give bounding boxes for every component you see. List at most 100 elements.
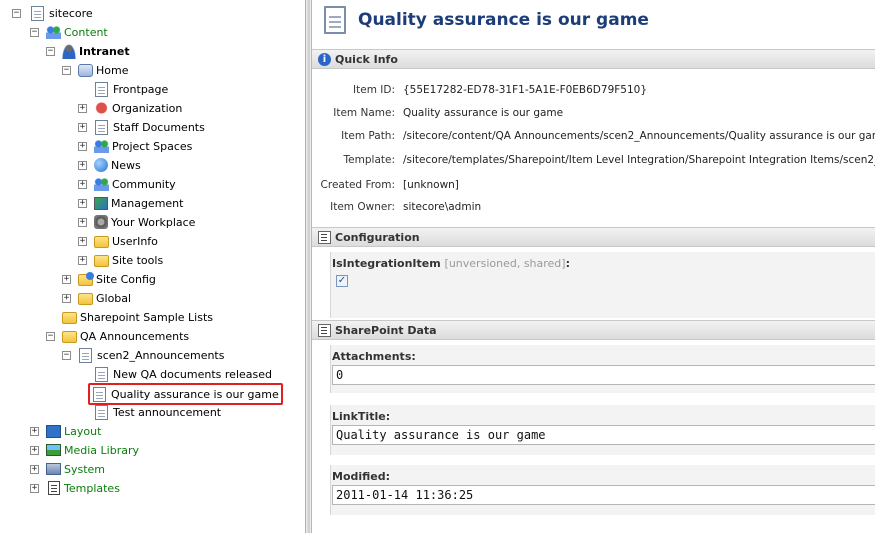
tree-item-test-announcement[interactable]: Test announcement (94, 403, 221, 421)
collapse-toggle-scen2-announcements[interactable]: − (62, 351, 71, 360)
expand-toggle-global[interactable]: + (62, 294, 71, 303)
tree-item-home[interactable]: Home (78, 61, 128, 79)
tree-item-label: Sharepoint Sample Lists (80, 310, 213, 324)
tree-item-label: Test announcement (113, 405, 222, 419)
document-icon (31, 5, 44, 21)
tree-item-scen2-announcements[interactable]: scen2_Announcements (78, 346, 224, 364)
layout-icon (46, 424, 61, 438)
item-header: Quality assurance is our game (312, 0, 875, 46)
folder-icon (94, 255, 109, 267)
expand-toggle-your-workplace[interactable]: + (78, 218, 87, 227)
tree-item-label: Content (64, 25, 108, 39)
field-colon: : (565, 257, 570, 270)
tree-item-your-workplace[interactable]: Your Workplace (94, 213, 195, 231)
tree-item-layout[interactable]: Layout (46, 422, 101, 440)
section-title: Quick Info (335, 52, 398, 66)
expand-toggle-community[interactable]: + (78, 180, 87, 189)
tree-item-site-config[interactable]: Site Config (78, 270, 156, 288)
tree-item-project-spaces[interactable]: Project Spaces (94, 137, 192, 155)
tree-item-label: UserInfo (112, 234, 158, 248)
expand-toggle-system[interactable]: + (30, 465, 39, 474)
modified-label: Modified: (332, 470, 391, 483)
created-from-value: [unknown] (403, 179, 459, 191)
collapse-toggle-sitecore[interactable]: − (12, 9, 21, 18)
created-from-label: Created From: (320, 179, 395, 191)
configuration-section: Configuration IsIntegrationItem [unversi… (312, 227, 875, 320)
splitter[interactable] (305, 0, 312, 533)
expand-toggle-userinfo[interactable]: + (78, 237, 87, 246)
sharepoint-data-header[interactable]: SharePoint Data (312, 320, 875, 340)
expand-toggle-project-spaces[interactable]: + (78, 142, 87, 151)
system-icon (46, 463, 61, 475)
expand-toggle-site-tools[interactable]: + (78, 256, 87, 265)
tree-item-label: Site tools (112, 253, 164, 267)
expand-toggle-staff-documents[interactable]: + (78, 123, 87, 132)
tree-item-management[interactable]: Management (94, 194, 183, 212)
expand-toggle-site-config[interactable]: + (62, 275, 71, 284)
tree-item-templates[interactable]: Templates (46, 479, 120, 497)
item-owner-row: Item Owner: sitecore\admin (312, 201, 875, 215)
expand-toggle-organization[interactable]: + (78, 104, 87, 113)
project-spaces-icon (94, 139, 109, 153)
item-path-value: /sitecore/content/QA Announcements/scen2… (403, 130, 875, 142)
linktitle-input[interactable]: Quality assurance is our game (332, 425, 875, 445)
expand-toggle-media-library[interactable]: + (30, 446, 39, 455)
document-icon (95, 119, 108, 135)
collapse-toggle-intranet[interactable]: − (46, 47, 55, 56)
item-editor: Quality assurance is our game i Quick In… (312, 0, 875, 533)
tree-item-news[interactable]: News (94, 156, 141, 174)
created-from-row: Created From: [unknown] (312, 179, 875, 193)
expand-toggle-management[interactable]: + (78, 199, 87, 208)
configuration-header[interactable]: Configuration (312, 227, 875, 247)
tree-item-label: Staff Documents (113, 120, 205, 134)
tree-item-content[interactable]: Content (46, 23, 108, 41)
collapse-toggle-content[interactable]: − (30, 28, 39, 37)
template-value[interactable]: /sitecore/templates/Sharepoint/Item Leve… (403, 154, 875, 166)
attachments-input[interactable]: 0 (332, 365, 875, 385)
info-icon: i (318, 52, 331, 66)
linktitle-label: LinkTitle: (332, 410, 391, 423)
tree-item-sitecore[interactable]: sitecore (30, 4, 93, 22)
home-icon (78, 63, 93, 77)
document-icon (79, 347, 92, 363)
expand-toggle-layout[interactable]: + (30, 427, 39, 436)
folder-icon (62, 331, 77, 343)
tree-item-label: scen2_Announcements (97, 348, 225, 362)
community-icon (94, 177, 109, 191)
item-id-value: {55E17282-ED78-31F1-5A1E-F0EB6D79F510} (403, 84, 648, 96)
tree-item-new-qa-documents[interactable]: New QA documents released (94, 365, 272, 383)
tree-item-quality-assurance-selected[interactable]: Quality assurance is our game (88, 383, 283, 405)
quick-info-header[interactable]: i Quick Info (312, 49, 875, 69)
config-folder-icon (78, 272, 94, 286)
tree-item-label: Management (111, 196, 184, 210)
tree-item-organization[interactable]: Organization (94, 99, 182, 117)
tree-item-media-library[interactable]: Media Library (46, 441, 139, 459)
expand-toggle-templates[interactable]: + (30, 484, 39, 493)
tree-item-label: Global (96, 291, 132, 305)
document-icon (95, 366, 108, 382)
tree-item-qa-announcements[interactable]: QA Announcements (62, 327, 189, 345)
isintegrationitem-checkbox[interactable]: ✓ (336, 275, 348, 287)
tree-item-userinfo[interactable]: UserInfo (94, 232, 158, 250)
collapse-toggle-qa-announcements[interactable]: − (46, 332, 55, 341)
tree-item-sharepoint-sample-lists[interactable]: Sharepoint Sample Lists (62, 308, 213, 326)
tree-item-staff-documents[interactable]: Staff Documents (94, 118, 205, 136)
tree-item-frontpage[interactable]: Frontpage (94, 80, 168, 98)
tree-item-system[interactable]: System (46, 460, 105, 478)
modified-input[interactable]: 2011-01-14 11:36:25 (332, 485, 875, 505)
collapse-toggle-home[interactable]: − (62, 66, 71, 75)
gear-icon (94, 215, 108, 229)
folder-icon (94, 236, 109, 248)
tree-item-intranet[interactable]: Intranet (62, 42, 130, 60)
page-title: Quality assurance is our game (358, 10, 649, 30)
tree-item-label: Organization (112, 101, 183, 115)
isintegrationitem-label: IsIntegrationItem [unversioned, shared]: (332, 257, 570, 270)
folder-icon (78, 293, 93, 305)
expand-toggle-news[interactable]: + (78, 161, 87, 170)
tree-item-site-tools[interactable]: Site tools (94, 251, 163, 269)
quick-info-section: i Quick Info Item ID: {55E17282-ED78-31F… (312, 49, 875, 229)
tree-item-global[interactable]: Global (78, 289, 131, 307)
section-list-icon (318, 323, 331, 337)
tree-item-label: System (64, 462, 106, 476)
tree-item-community[interactable]: Community (94, 175, 176, 193)
